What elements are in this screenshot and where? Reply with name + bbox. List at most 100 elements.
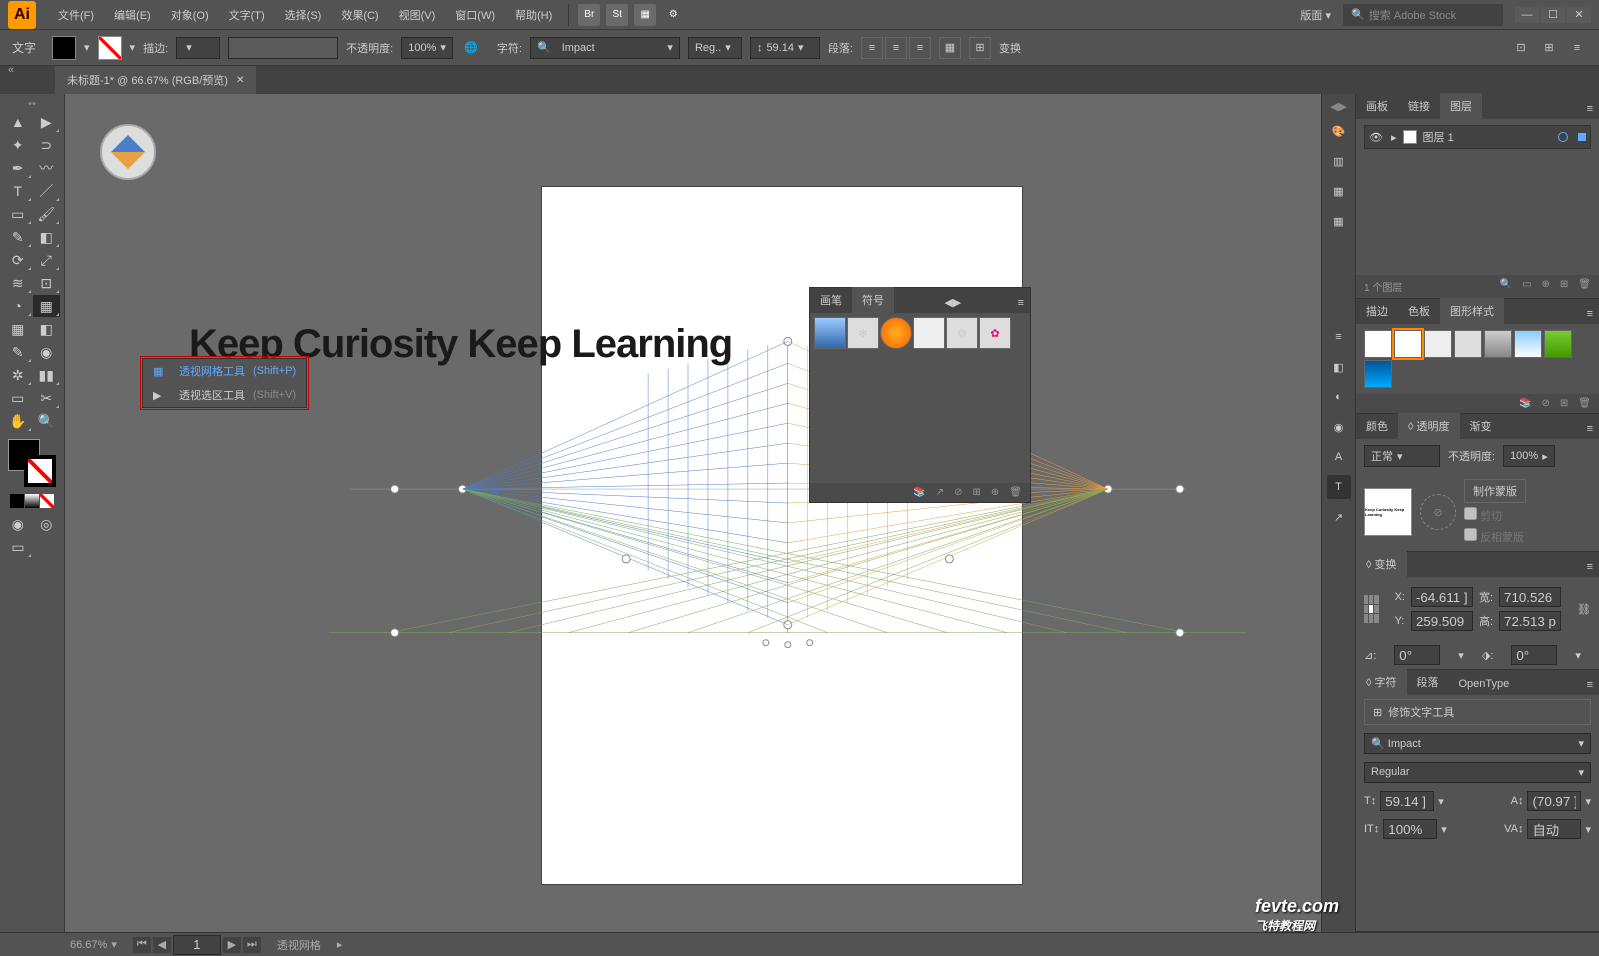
make-mask-button[interactable]: 制作蒙版 (1464, 479, 1526, 503)
type-panel-icon[interactable]: T (1327, 475, 1351, 499)
swatches-panel-icon[interactable]: ▦ (1327, 179, 1351, 203)
shear-input[interactable] (1511, 645, 1557, 665)
panel-menu-icon[interactable]: ≡ (1581, 675, 1599, 695)
stroke-swatch[interactable] (98, 36, 122, 60)
export-panel-icon[interactable]: ↗ (1327, 505, 1351, 529)
color-mode-solid[interactable] (10, 494, 24, 508)
type-tool[interactable]: T (4, 180, 32, 202)
stroke-weight-dropdown[interactable]: ▾ (176, 37, 220, 59)
panel-menu-icon[interactable]: ≡ (1581, 304, 1599, 324)
gradient-panel-icon[interactable]: ◧ (1327, 355, 1351, 379)
zoom-value[interactable]: 66.67% (70, 939, 107, 951)
toolbox-grip-icon[interactable]: •• (4, 98, 60, 110)
status-dropdown-icon[interactable]: ▸ (337, 938, 343, 951)
graphic-styles-panel-icon[interactable]: A (1327, 445, 1351, 469)
color-tab[interactable]: 颜色 (1356, 413, 1398, 439)
locate-icon[interactable]: 🔍 (1500, 279, 1512, 294)
symbols-tab[interactable]: 符号 (852, 287, 894, 313)
transform-tab[interactable]: ◊ 变换 (1356, 551, 1407, 577)
style-swatch[interactable] (1364, 360, 1392, 388)
reference-point-grid[interactable] (1364, 595, 1379, 623)
artboard-tool[interactable]: ▭ (4, 387, 32, 409)
layer-name[interactable]: 图层 1 (1423, 129, 1454, 145)
close-tab-icon[interactable]: ✕ (236, 75, 244, 86)
gradient-tool[interactable]: ◧ (33, 318, 61, 340)
panel-menu-icon[interactable]: ≡ (1581, 99, 1599, 119)
target-icon[interactable] (1558, 132, 1568, 142)
first-artboard-button[interactable]: ⏮ (133, 937, 151, 953)
paintbrush-tool[interactable]: 🖌 (33, 203, 61, 225)
break-link-icon[interactable]: ⊘ (954, 487, 962, 498)
hand-tool[interactable]: ✋ (4, 410, 32, 432)
font-style-select[interactable]: Regular▾ (1364, 762, 1591, 783)
paragraph-tab[interactable]: 段落 (1407, 669, 1449, 695)
workspace-switcher[interactable]: 版面 ▾ (1300, 7, 1331, 23)
style-swatch[interactable] (1454, 330, 1482, 358)
line-tool[interactable]: ／ (33, 180, 61, 202)
arrange-docs-icon[interactable]: ▦ (634, 4, 656, 26)
symbol-item[interactable]: ✻ (847, 317, 879, 349)
canvas[interactable]: Keep Curiosity Keep Learning ▦ 透视网格工具 (S… (65, 94, 1321, 932)
screen-mode-button[interactable]: ▭ (4, 536, 32, 558)
character-tab[interactable]: ◊ 字符 (1356, 669, 1407, 695)
menu-window[interactable]: 窗口(W) (445, 1, 505, 29)
rotate-input[interactable] (1394, 645, 1440, 665)
vscale-input[interactable] (1383, 819, 1437, 839)
color-panel-icon[interactable]: 🎨 (1327, 119, 1351, 143)
gpu-icon[interactable]: ⚙ (662, 4, 684, 26)
swatches-tab[interactable]: 色板 (1398, 298, 1440, 324)
prefs-icon[interactable]: ≡ (1567, 38, 1587, 58)
make-clip-icon[interactable]: ▭ (1522, 279, 1531, 294)
mesh-tool[interactable]: ▦ (4, 318, 32, 340)
last-artboard-button[interactable]: ⏭ (243, 937, 261, 953)
layers-tab[interactable]: 图层 (1440, 93, 1482, 119)
transparency-tab[interactable]: ◊ 透明度 (1398, 413, 1460, 439)
mask-thumb[interactable]: ⊘ (1420, 494, 1456, 530)
perspective-selection-tool-option[interactable]: ▶ 透视选区工具 (Shift+V) (143, 383, 306, 407)
draw-normal-mode[interactable]: ◉ (4, 513, 32, 535)
zoom-dropdown-icon[interactable]: ▾ (111, 938, 117, 951)
artboard-number-input[interactable] (173, 935, 221, 955)
panel-menu-icon[interactable]: ≡ (1012, 293, 1030, 313)
delete-symbol-icon[interactable]: 🗑 (1009, 487, 1022, 498)
menu-select[interactable]: 选择(S) (275, 1, 332, 29)
new-layer-icon[interactable]: ⊞ (1560, 279, 1568, 294)
opacity-dropdown[interactable]: 100% ▾ (401, 37, 453, 59)
eraser-tool[interactable]: ◧ (33, 226, 61, 248)
kerning-input[interactable] (1527, 819, 1581, 839)
panel-menu-icon[interactable]: ≡ (1581, 557, 1599, 577)
blend-mode-dropdown[interactable]: 正常 ▾ (1364, 445, 1440, 467)
magic-wand-tool[interactable]: ✦ (4, 134, 32, 156)
break-style-icon[interactable]: ⊘ (1542, 398, 1550, 409)
perspective-plane-widget[interactable] (100, 124, 156, 180)
fill-swatch[interactable] (52, 36, 76, 60)
new-sublayer-icon[interactable]: ⊕ (1542, 279, 1550, 294)
edit-icon[interactable]: ⊞ (1539, 38, 1559, 58)
stroke-panel-icon[interactable]: ≡ (1327, 325, 1351, 349)
scale-tool[interactable]: ⤢ (33, 249, 61, 271)
dock-grip-icon[interactable]: ◀▶ (1330, 100, 1347, 113)
layer-row[interactable]: 👁 ▸ 图层 1 (1364, 125, 1591, 149)
touch-type-button[interactable]: ⊞修饰文字工具 (1364, 699, 1591, 725)
transparency-panel-icon[interactable]: ◐ (1327, 385, 1351, 409)
menu-help[interactable]: 帮助(H) (505, 1, 562, 29)
menu-type[interactable]: 文字(T) (219, 1, 275, 29)
eyedropper-tool[interactable]: ✎ (4, 341, 32, 363)
next-artboard-button[interactable]: ▶ (223, 937, 241, 953)
align-panel-icon[interactable]: ▦ (939, 37, 961, 59)
menu-object[interactable]: 对象(O) (161, 1, 219, 29)
style-swatch[interactable] (1364, 330, 1392, 358)
gradient-tab[interactable]: 渐变 (1460, 413, 1502, 439)
graphic-styles-tab[interactable]: 图形样式 (1440, 298, 1504, 324)
symbol-options-icon[interactable]: ⊞ (973, 487, 981, 498)
stroke-tab[interactable]: 描边 (1356, 298, 1398, 324)
brushes-panel-icon[interactable]: ▦ (1327, 209, 1351, 233)
color-mode-gradient[interactable] (25, 494, 39, 508)
isolate-icon[interactable]: ⊡ (1511, 38, 1531, 58)
link-wh-icon[interactable]: ⛓ (1577, 603, 1591, 616)
style-swatch[interactable] (1544, 330, 1572, 358)
new-symbol-icon[interactable]: ⊕ (991, 487, 999, 498)
panel-menu-icon[interactable]: ≡ (1581, 419, 1599, 439)
recolor-icon[interactable]: 🌐 (461, 38, 481, 58)
symbol-item[interactable] (814, 317, 846, 349)
